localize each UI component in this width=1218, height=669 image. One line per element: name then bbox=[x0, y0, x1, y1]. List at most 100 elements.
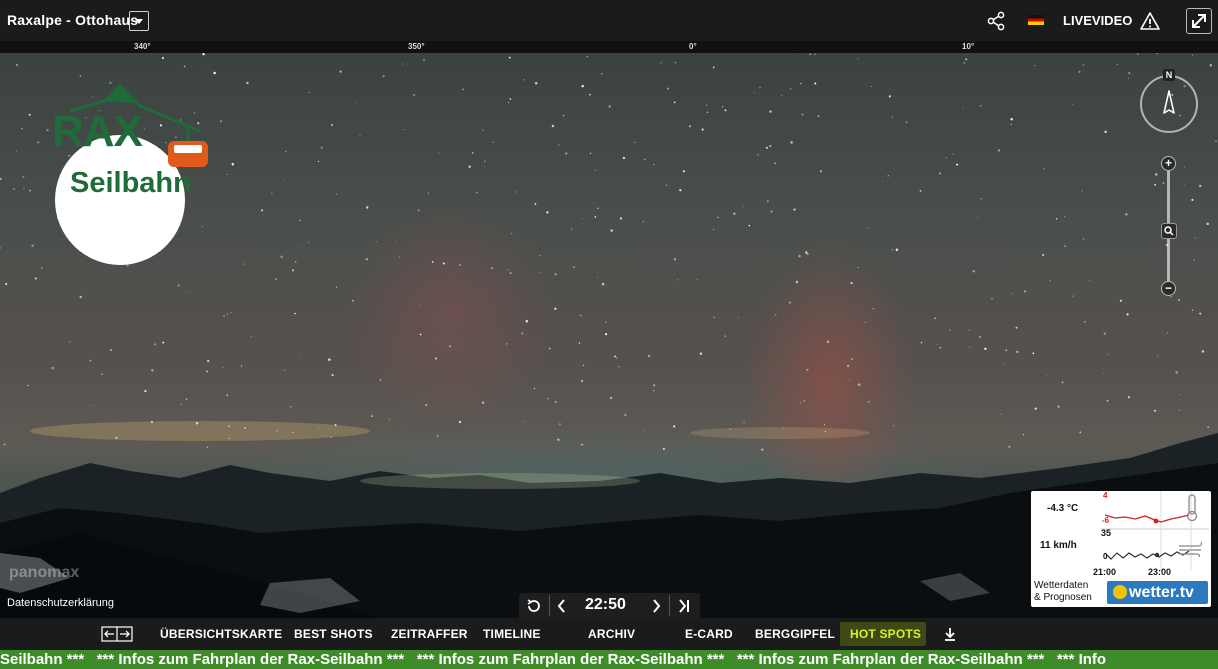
latest-icon[interactable] bbox=[677, 598, 691, 614]
star bbox=[558, 423, 561, 426]
star bbox=[442, 262, 445, 265]
star bbox=[1002, 363, 1004, 365]
star bbox=[395, 241, 397, 243]
star bbox=[604, 332, 608, 336]
star bbox=[653, 163, 655, 166]
weather-credit: Wetterdaten & Prognosen bbox=[1034, 580, 1092, 604]
star bbox=[1198, 184, 1202, 188]
star bbox=[1034, 407, 1037, 410]
livevideo-button[interactable]: LIVEVIDEO bbox=[1063, 13, 1132, 28]
star bbox=[677, 279, 679, 281]
compass-control[interactable] bbox=[1140, 75, 1198, 133]
star bbox=[667, 87, 669, 90]
replay-icon[interactable] bbox=[525, 597, 543, 615]
warning-icon[interactable] bbox=[1140, 11, 1160, 31]
star bbox=[608, 105, 611, 108]
location-dropdown-button[interactable] bbox=[129, 11, 149, 31]
privacy-link[interactable]: Datenschutzerklärung bbox=[7, 597, 114, 609]
nav-timelapse[interactable]: ZEITRAFFER bbox=[391, 627, 468, 641]
ticker-text: Seilbahn *** *** Infos zum Fahrplan der … bbox=[0, 651, 1107, 668]
star bbox=[379, 378, 382, 381]
wind-axis-max: 35 bbox=[1101, 528, 1112, 538]
next-icon[interactable] bbox=[650, 598, 662, 614]
star bbox=[336, 286, 338, 288]
news-ticker[interactable]: Seilbahn *** *** Infos zum Fahrplan der … bbox=[0, 650, 1218, 669]
star bbox=[805, 251, 808, 254]
star bbox=[522, 420, 524, 422]
star bbox=[867, 401, 870, 403]
star bbox=[226, 313, 229, 315]
star bbox=[185, 398, 188, 400]
star bbox=[438, 152, 440, 154]
star bbox=[997, 149, 1001, 152]
star bbox=[589, 152, 592, 155]
weather-widget[interactable]: -4.3 °C 11 km/h 4 -6 35 0 21:00 23:00 We… bbox=[1031, 491, 1211, 607]
expand-width-icon[interactable] bbox=[101, 626, 133, 642]
nav-best-shots[interactable]: BEST SHOTS bbox=[294, 627, 373, 641]
zoom-slider-handle[interactable] bbox=[1161, 223, 1177, 239]
star bbox=[226, 174, 228, 176]
nav-ecard[interactable]: E-CARD bbox=[685, 627, 733, 641]
star bbox=[505, 343, 508, 345]
star bbox=[1215, 140, 1217, 142]
nav-overview-map[interactable]: ÜBERSICHTSKARTE bbox=[160, 627, 282, 641]
star bbox=[427, 192, 429, 194]
star bbox=[177, 284, 180, 287]
previous-icon[interactable] bbox=[556, 598, 568, 614]
star bbox=[946, 157, 947, 159]
star bbox=[660, 62, 662, 64]
nav-peaks[interactable]: BERGGIPFEL bbox=[755, 627, 835, 641]
star bbox=[581, 379, 583, 382]
star bbox=[534, 203, 537, 205]
flag-de-icon[interactable] bbox=[1028, 15, 1044, 25]
star bbox=[733, 212, 736, 215]
star bbox=[1201, 350, 1205, 353]
wettertv-logo[interactable]: wetter.tv bbox=[1107, 581, 1208, 604]
star bbox=[1011, 292, 1013, 294]
fullscreen-button[interactable] bbox=[1186, 8, 1212, 34]
weather-credit-line: Wetterdaten bbox=[1034, 580, 1089, 591]
star bbox=[891, 249, 893, 251]
star bbox=[1072, 104, 1074, 106]
star bbox=[551, 124, 555, 128]
star bbox=[101, 373, 103, 376]
download-icon[interactable] bbox=[943, 627, 957, 641]
zoom-out-button[interactable]: − bbox=[1161, 281, 1176, 296]
star bbox=[850, 282, 853, 285]
star bbox=[382, 75, 385, 78]
star bbox=[425, 404, 428, 407]
star bbox=[206, 446, 209, 449]
star bbox=[521, 332, 524, 335]
star bbox=[857, 383, 861, 386]
star bbox=[806, 368, 809, 371]
star bbox=[339, 70, 342, 73]
star bbox=[547, 397, 549, 400]
star bbox=[578, 342, 581, 344]
star bbox=[1034, 65, 1036, 66]
zoom-in-button[interactable]: + bbox=[1161, 156, 1176, 171]
star bbox=[525, 319, 529, 323]
share-icon[interactable] bbox=[986, 11, 1006, 31]
star bbox=[459, 420, 462, 424]
star bbox=[939, 172, 942, 175]
nav-archive[interactable]: ARCHIV bbox=[588, 627, 635, 641]
star bbox=[183, 65, 186, 68]
star bbox=[679, 189, 682, 192]
star bbox=[161, 57, 164, 60]
star bbox=[1156, 355, 1158, 356]
star bbox=[712, 66, 715, 69]
star bbox=[867, 227, 870, 229]
star bbox=[301, 245, 303, 247]
star bbox=[769, 144, 772, 148]
star bbox=[770, 210, 773, 213]
star bbox=[223, 367, 225, 369]
star bbox=[371, 415, 373, 418]
compass-needle-icon bbox=[1163, 90, 1175, 114]
star bbox=[46, 128, 49, 132]
star bbox=[888, 95, 891, 98]
star bbox=[619, 217, 623, 220]
nav-timeline[interactable]: TIMELINE bbox=[483, 627, 541, 641]
star bbox=[5, 282, 8, 286]
star bbox=[826, 340, 830, 344]
nav-hot-spots[interactable]: HOT SPOTS bbox=[840, 622, 926, 646]
